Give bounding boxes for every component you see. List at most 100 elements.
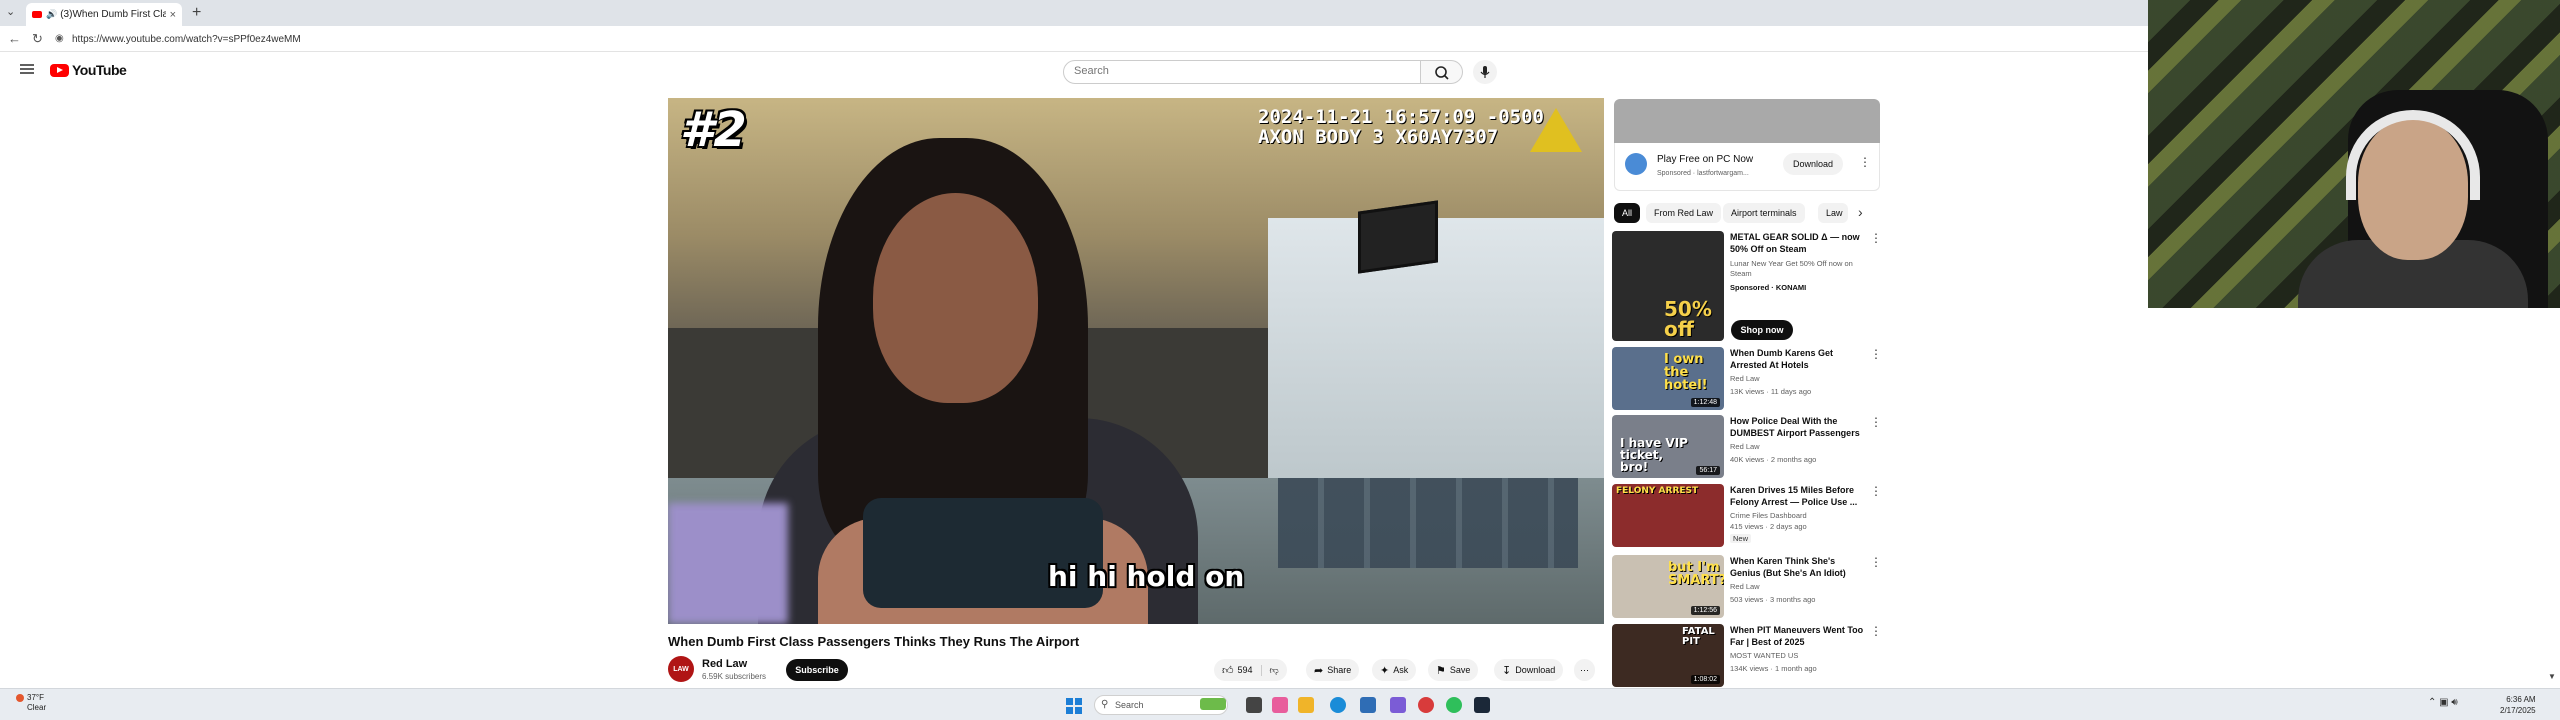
subscribe-button[interactable]: Subscribe <box>786 659 848 681</box>
more-actions-button[interactable]: ⋯ <box>1574 659 1595 681</box>
recommendation-item[interactable]: I own the hotel! 1:12:48 When Dumb Karen… <box>1612 347 1882 413</box>
channel-name[interactable]: Red Law <box>702 658 747 670</box>
tab-menu-icon[interactable]: ⌄ <box>6 5 15 18</box>
taskbar-clock[interactable]: 6:36 AM 2/17/2025 <box>2500 694 2536 716</box>
weather-icon <box>16 693 24 702</box>
download-button[interactable]: ↧ Download <box>1494 659 1564 681</box>
more-vertical-icon[interactable]: ⋮ <box>1870 555 1882 569</box>
download-icon: ↧ <box>1502 664 1512 677</box>
close-tab-icon[interactable]: × <box>170 9 176 21</box>
search-icon: ⚲ <box>1101 699 1109 710</box>
thumbs-down-icon[interactable]: 👎︎ <box>1260 664 1279 676</box>
edge-browser-icon[interactable] <box>1330 697 1346 713</box>
video-thumbnail[interactable]: 50% off <box>1612 231 1724 341</box>
chrome-browser-icon[interactable] <box>1418 697 1434 713</box>
ad-sponsor-text: Sponsored · lastfortwargam... <box>1657 170 1749 177</box>
bookmark-icon: ⚑ <box>1436 664 1446 677</box>
more-vertical-icon[interactable]: ⋮ <box>1870 484 1882 498</box>
more-vertical-icon[interactable]: ⋮ <box>1859 155 1871 169</box>
axon-logo-icon <box>1530 108 1582 152</box>
more-horizontal-icon: ⋯ <box>1580 664 1589 675</box>
search-button[interactable] <box>1421 60 1463 84</box>
like-button[interactable]: 👍︎ 594 👎︎ <box>1214 659 1287 681</box>
like-count: 594 <box>1237 665 1253 675</box>
person-in-video <box>873 193 1038 403</box>
more-vertical-icon[interactable]: ⋮ <box>1870 624 1882 638</box>
youtube-logo[interactable]: YouTube <box>50 62 127 78</box>
ad-title[interactable]: Play Free on PC Now <box>1657 154 1753 165</box>
steam-icon[interactable] <box>1474 697 1490 713</box>
youtube-play-icon <box>50 63 69 77</box>
chip-all[interactable]: All <box>1614 203 1641 223</box>
windows-taskbar: 37°F Clear ⚲ Search ⌃ ▣ 🔊︎ 6:36 AM 2/17/… <box>0 688 2560 720</box>
webcam-overlay <box>2148 0 2560 308</box>
airport-monitor <box>1358 200 1438 274</box>
youtube-favicon-icon <box>32 11 42 18</box>
video-thumbnail[interactable]: I have VIP ticket, bro! 56:17 <box>1612 415 1724 478</box>
ad-card[interactable]: Play Free on PC Now Sponsored · lastfort… <box>1614 143 1880 191</box>
video-player[interactable]: #2 2024-11-21 16:57:09 -0500 AXON BODY 3… <box>668 98 1604 624</box>
chip-law[interactable]: Law <box>1818 203 1848 223</box>
ad-app-logo <box>1625 153 1647 175</box>
site-info-icon[interactable]: ◉ <box>55 33 64 44</box>
recommendation-item[interactable]: FATAL PIT 1:08:02 When PIT Maneuvers Wen… <box>1612 624 1882 690</box>
new-tab-button[interactable]: + <box>192 4 201 22</box>
more-vertical-icon[interactable]: ⋮ <box>1870 231 1882 245</box>
spotify-icon[interactable] <box>1446 697 1462 713</box>
url-field[interactable]: https://www.youtube.com/watch?v=sPPf0ez4… <box>72 34 301 45</box>
reload-icon[interactable]: ↻ <box>32 31 43 47</box>
search-highlight-icon <box>1200 698 1226 710</box>
video-thumbnail[interactable]: but I'm SMART? 1:12:56 <box>1612 555 1724 618</box>
video-thumbnail[interactable]: FATAL PIT 1:08:02 <box>1612 624 1724 687</box>
recommendation-item[interactable]: FELONY ARREST Karen Drives 15 Miles Befo… <box>1612 484 1882 550</box>
chip-airport-terminals[interactable]: Airport terminals <box>1723 203 1805 223</box>
weather-widget[interactable]: 37°F Clear <box>16 693 46 713</box>
voice-search-button[interactable] <box>1473 60 1497 84</box>
browser-tab-active[interactable]: 🔊 (3)When Dumb First Class × <box>26 3 182 26</box>
audio-playing-icon[interactable]: 🔊 <box>46 9 57 20</box>
scroll-down-arrow-icon[interactable]: ▼ <box>2548 672 2556 681</box>
back-arrow-icon[interactable]: ← <box>8 31 21 46</box>
recommendation-item[interactable]: but I'm SMART? 1:12:56 When Karen Think … <box>1612 555 1882 621</box>
channel-avatar[interactable]: LAW <box>668 656 694 682</box>
thumbs-up-icon: 👍︎ <box>1222 664 1234 677</box>
browser-tab-bar: ⌄ 🔊 (3)When Dumb First Class × + <box>0 0 2148 26</box>
windows-start-icon[interactable] <box>1066 698 1082 714</box>
search-icon <box>1435 66 1449 80</box>
airport-seats <box>1278 478 1578 568</box>
hamburger-menu-icon[interactable] <box>20 64 34 74</box>
sparkle-icon: ✦ <box>1380 664 1390 677</box>
save-button[interactable]: ⚑ Save <box>1428 659 1479 681</box>
video-caption: hi hi hold on <box>1048 560 1245 593</box>
new-badge: New <box>1730 534 1752 543</box>
more-vertical-icon[interactable]: ⋮ <box>1870 415 1882 429</box>
chevron-right-icon[interactable]: › <box>1858 204 1863 220</box>
app-icon[interactable] <box>1390 697 1406 713</box>
store-icon[interactable] <box>1360 697 1376 713</box>
recommendation-item[interactable]: I have VIP ticket, bro! 56:17 How Police… <box>1612 415 1882 481</box>
video-title: When Dumb First Class Passengers Thinks … <box>668 634 1080 649</box>
system-tray[interactable]: ⌃ ▣ 🔊︎ <box>2428 697 2458 708</box>
share-button[interactable]: ➦ Share <box>1306 659 1360 681</box>
video-thumbnail[interactable]: FELONY ARREST <box>1612 484 1724 547</box>
video-number-badge: #2 <box>680 102 747 158</box>
channel-subscriber-count: 6.59K subscribers <box>702 672 767 681</box>
chip-from-red-law[interactable]: From Red Law <box>1646 203 1722 223</box>
address-bar-row: ← ↻ ◉ https://www.youtube.com/watch?v=sP… <box>0 26 2148 52</box>
video-thumbnail[interactable]: I own the hotel! 1:12:48 <box>1612 347 1724 410</box>
shop-now-button[interactable]: Shop now <box>1731 320 1793 340</box>
ask-button[interactable]: ✦ Ask <box>1372 659 1417 681</box>
share-icon: ➦ <box>1314 664 1324 677</box>
blurred-region <box>668 503 788 624</box>
widgets-icon[interactable] <box>1272 697 1288 713</box>
bodycam-timestamp: 2024-11-21 16:57:09 -0500 AXON BODY 3 X6… <box>1258 106 1544 148</box>
task-view-icon[interactable] <box>1246 697 1262 713</box>
ad-banner-image[interactable] <box>1614 99 1880 143</box>
more-vertical-icon[interactable]: ⋮ <box>1870 347 1882 361</box>
tab-title: (3)When Dumb First Class <box>60 9 166 20</box>
file-explorer-icon[interactable] <box>1298 697 1314 713</box>
search-input[interactable]: Search <box>1063 60 1421 84</box>
youtube-logo-text: YouTube <box>72 62 127 78</box>
ad-download-button[interactable]: Download <box>1783 153 1843 175</box>
microphone-icon <box>1480 66 1490 78</box>
